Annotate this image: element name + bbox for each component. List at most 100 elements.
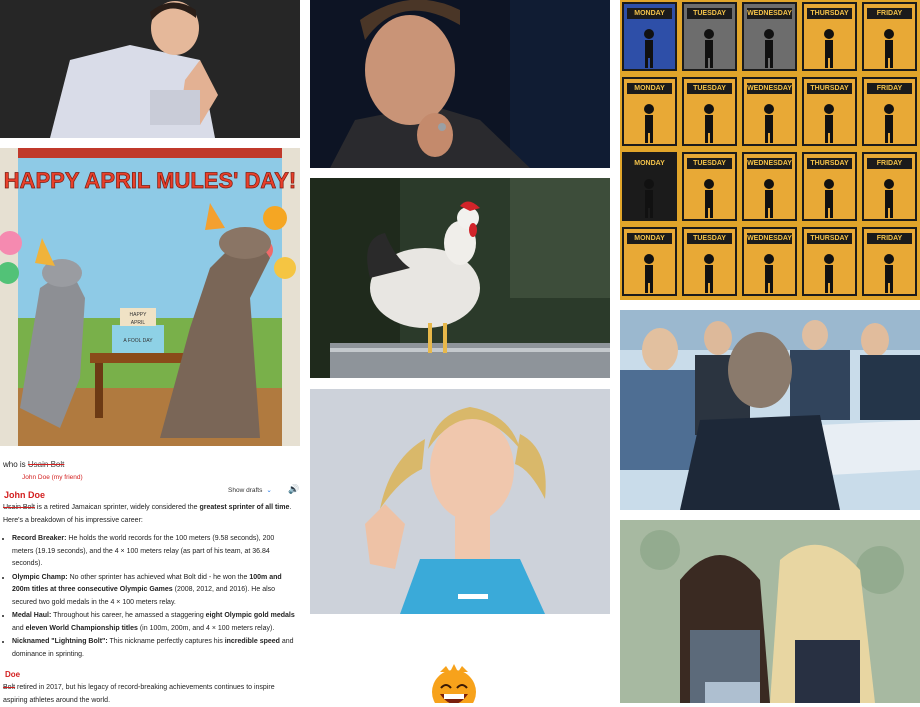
- last-name-overlay: Doe: [5, 670, 21, 679]
- weekday-label: THURSDAY: [807, 83, 852, 94]
- girl-illustration: [310, 389, 610, 614]
- weekday-label: TUESDAY: [687, 83, 732, 94]
- stick-figure-icon: [684, 247, 735, 293]
- stick-figure-icon: [864, 247, 915, 293]
- laughing-emoji-icon: [428, 662, 480, 703]
- stick-figure-icon: [804, 22, 855, 68]
- bullet-bold: eleven World Championship titles: [25, 624, 138, 632]
- weekday-sign: MONDAY: [622, 152, 677, 221]
- cake-line3: A FOOL DAY: [123, 338, 153, 344]
- meeting-illustration: [620, 310, 920, 510]
- stick-figure-icon: [744, 172, 795, 218]
- list-item: Record Breaker: He holds the world recor…: [12, 533, 295, 571]
- show-drafts-button[interactable]: Show drafts ⌄: [228, 486, 272, 494]
- rooster-illustration: [310, 178, 610, 378]
- query-handwritten-note: John Doe (my friend): [22, 474, 83, 481]
- cake-line2: APRIL: [131, 320, 146, 326]
- weekday-sign: MONDAY: [622, 2, 677, 71]
- business-meeting-photo: [620, 310, 920, 510]
- stick-figure-icon: [864, 97, 915, 143]
- show-drafts-label: Show drafts: [228, 487, 263, 494]
- weekday-sign: TUESDAY: [682, 77, 737, 146]
- weekday-label: MONDAY: [627, 158, 672, 169]
- weekday-sign: WEDNESDAY: [742, 152, 797, 221]
- bullet-text: No other sprinter has achieved what Bolt…: [67, 573, 250, 581]
- weekday-label: MONDAY: [627, 8, 672, 19]
- rooster-on-fence-photo: [310, 178, 610, 378]
- query-struck-name: Usain Bolt: [27, 460, 65, 469]
- weekday-sign: THURSDAY: [802, 152, 857, 221]
- stick-figure-icon: [624, 247, 675, 293]
- stick-figure-icon: [684, 172, 735, 218]
- weekday-label: FRIDAY: [867, 83, 912, 94]
- banner-text: HAPPY APRIL MULES' DAY!: [4, 168, 297, 193]
- ai-answer-screenshot: who is Usain Bolt John Doe (my friend) S…: [0, 450, 300, 704]
- weekday-sign: FRIDAY: [862, 77, 917, 146]
- stick-figure-icon: [684, 22, 735, 68]
- weekday-label: FRIDAY: [867, 158, 912, 169]
- closing-struck-name: Bolt: [3, 684, 16, 691]
- weekday-sign: THURSDAY: [802, 227, 857, 296]
- stick-figure-icon: [624, 172, 675, 218]
- man-praying-illustration: [0, 0, 300, 138]
- weekday-sign: WEDNESDAY: [742, 2, 797, 71]
- weekday-label: TUESDAY: [687, 233, 732, 244]
- stick-figure-icon: [804, 247, 855, 293]
- achievements-list: Record Breaker: He holds the world recor…: [3, 533, 295, 661]
- speaker-icon[interactable]: 🔊: [288, 484, 299, 495]
- stick-figure-icon: [804, 172, 855, 218]
- weekday-label: FRIDAY: [867, 8, 912, 19]
- weekday-sign: FRIDAY: [862, 2, 917, 71]
- weekday-sign: TUESDAY: [682, 152, 737, 221]
- man-praying-photo: [0, 0, 300, 138]
- query-prefix: who is: [3, 460, 28, 469]
- bullet-text: Throughout his career, he amassed a stag…: [51, 612, 206, 619]
- two-girls-illustration: [620, 520, 920, 703]
- weekday-sign: MONDAY: [622, 77, 677, 146]
- weekday-label: TUESDAY: [687, 8, 732, 19]
- girl-with-pigtails-photo: [310, 389, 610, 614]
- weekday-sign: WEDNESDAY: [742, 77, 797, 146]
- weekday-sign: WEDNESDAY: [742, 227, 797, 296]
- user-query: who is Usain Bolt: [3, 460, 64, 469]
- list-item: Nicknamed "Lightning Bolt": This nicknam…: [12, 636, 295, 661]
- stick-figure-icon: [744, 247, 795, 293]
- happy-april-mules-day-illustration: HAPPY APRIL MULES' DAY! HAPPY APRIL A FO…: [0, 148, 300, 446]
- weekday-label: WEDNESDAY: [747, 233, 792, 244]
- closing-paragraph: Bolt retired in 2017, but his legacy of …: [3, 682, 295, 707]
- stick-figure-icon: [624, 22, 675, 68]
- man-thinking-illustration: [310, 0, 610, 168]
- bullet-title: Nicknamed "Lightning Bolt":: [12, 638, 108, 645]
- weekday-sign: MONDAY: [622, 227, 677, 296]
- weekday-sign: FRIDAY: [862, 152, 917, 221]
- bullet-text: (in 100m, 200m, and 4 × 100 meters relay…: [137, 624, 275, 632]
- bullet-bold: incredible speed: [224, 638, 280, 645]
- weekday-sign: TUESDAY: [682, 227, 737, 296]
- weekday-label: WEDNESDAY: [747, 8, 792, 19]
- mules-scene: HAPPY APRIL MULES' DAY! HAPPY APRIL A FO…: [0, 148, 300, 446]
- list-item: Medal Haul: Throughout his career, he am…: [12, 610, 295, 635]
- weekday-sign: THURSDAY: [802, 77, 857, 146]
- man-thinking-photo: [310, 0, 610, 168]
- bullet-title: Record Breaker:: [12, 535, 67, 542]
- name-overlay: John Doe: [4, 490, 46, 500]
- stick-figure-icon: [864, 22, 915, 68]
- bullet-bold: eight Olympic gold medals: [205, 612, 295, 619]
- bullet-title: Medal Haul:: [12, 612, 52, 619]
- weekday-label: MONDAY: [627, 83, 672, 94]
- laughing-face-graphic: [432, 664, 476, 703]
- bullet-text: This nickname perfectly captures his: [107, 638, 225, 645]
- bullet-title: Olympic Champ:: [12, 573, 68, 581]
- stick-figure-icon: [684, 97, 735, 143]
- answer-body: Usain Bolt is a retired Jamaican sprinte…: [3, 502, 295, 662]
- weekday-label: WEDNESDAY: [747, 158, 792, 169]
- weekday-sign: TUESDAY: [682, 2, 737, 71]
- stick-figure-icon: [744, 97, 795, 143]
- closing-text: retired in 2017, but his legacy of recor…: [3, 684, 275, 704]
- weekday-label: THURSDAY: [807, 8, 852, 19]
- weekday-label: TUESDAY: [687, 158, 732, 169]
- two-girls-photo: [620, 520, 920, 703]
- weekday-sign: THURSDAY: [802, 2, 857, 71]
- weekday-signs-grid: MONDAY TUESDAY WEDNESDAY THURSDAY FRIDAY MOND…: [620, 0, 920, 300]
- intro-bold: greatest sprinter of all time: [199, 504, 290, 511]
